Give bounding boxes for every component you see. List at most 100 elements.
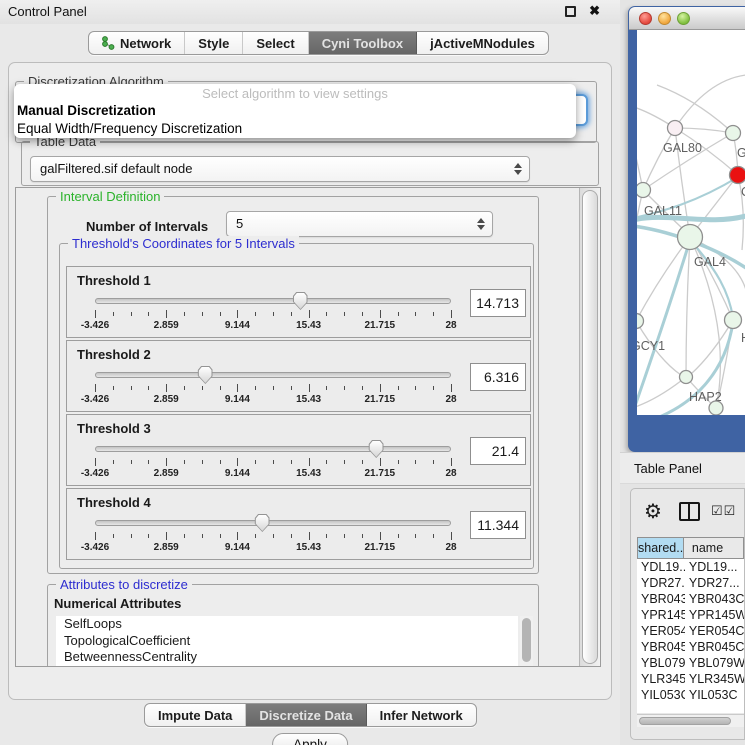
network-edge[interactable] — [675, 128, 733, 133]
threshold-slider[interactable]: -3.4262.8599.14415.4321.71528 — [95, 415, 451, 487]
slider-track[interactable] — [95, 298, 451, 304]
slider-thumb[interactable] — [293, 292, 308, 310]
table-row[interactable]: YBL079WYBL079W — [637, 655, 744, 671]
network-node-GAL11[interactable] — [637, 183, 651, 198]
tab-cyni-toolbox[interactable]: Cyni Toolbox — [309, 32, 417, 54]
tab-network[interactable]: Network — [89, 32, 185, 54]
algorithm-prompt-option[interactable]: Select algorithm to view settings — [14, 85, 576, 102]
table-data-combobox[interactable]: galFiltered.sif default node — [30, 156, 530, 182]
table-row[interactable]: YIL053CYIL053C — [637, 687, 744, 703]
slider-ticks — [95, 384, 451, 393]
algorithm-option[interactable]: Equal Width/Frequency Discretization — [14, 120, 576, 138]
threshold-box: Threshold 3 -3.4262.8599.14415.4321.7152… — [66, 414, 531, 486]
table-row[interactable]: YBR043CYBR043C — [637, 591, 744, 607]
algorithm-option[interactable]: Manual Discretization — [14, 102, 576, 120]
table-row[interactable]: YDR27...YDR27... — [637, 575, 744, 591]
tab-label: Cyni Toolbox — [322, 36, 403, 51]
network-node-GCY1[interactable] — [637, 314, 644, 329]
apply-button[interactable]: Apply — [272, 733, 348, 745]
table-row[interactable]: YER054CYER054C — [637, 623, 744, 639]
network-node-GA[interactable] — [726, 126, 741, 141]
network-node-H[interactable] — [725, 312, 742, 329]
algorithm-dropdown-popup: Select algorithm to view settings Manual… — [14, 84, 576, 138]
scrollbar-thumb[interactable] — [639, 717, 731, 725]
numerical-attributes-list: SelfLoopsTopologicalCoefficientBetweenne… — [56, 616, 518, 667]
cell-shared-name: YBR043C — [637, 591, 685, 607]
slider-track[interactable] — [95, 446, 451, 452]
table-row[interactable]: YLR345WYLR345W — [637, 671, 744, 687]
network-node-node-bottom[interactable] — [709, 401, 723, 415]
cell-name: YBR043C — [685, 591, 744, 607]
column-header-shared-name[interactable]: shared... — [637, 537, 684, 559]
network-edge[interactable] — [675, 75, 745, 128]
screen: Control Panel ✖ NetworkStyleSelectCyni T… — [0, 0, 745, 745]
slider-track[interactable] — [95, 372, 451, 378]
scrollbar-thumb[interactable] — [522, 618, 531, 662]
table-horizontal-scrollbar[interactable] — [637, 714, 744, 727]
threshold-value-field[interactable]: 11.344 — [470, 511, 526, 539]
threshold-value-field[interactable]: 14.713 — [470, 289, 526, 317]
column-header-name[interactable]: name — [683, 537, 744, 559]
cell-name: YDL19... — [685, 559, 744, 575]
attributes-list-scrollbar[interactable] — [520, 616, 533, 667]
thresholds-group: Threshold's Coordinates for 5 Intervals … — [59, 243, 534, 569]
network-node-GAL4[interactable] — [678, 225, 703, 250]
close-icon[interactable]: ✖ — [589, 3, 600, 19]
network-edge[interactable] — [643, 128, 675, 190]
threshold-slider[interactable]: -3.4262.8599.14415.4321.71528 — [95, 489, 451, 561]
slider-track[interactable] — [95, 520, 451, 526]
tab-select[interactable]: Select — [243, 32, 308, 54]
gear-icon[interactable]: ⚙ — [644, 501, 662, 523]
attribute-list-item[interactable]: TopologicalCoefficient — [56, 633, 518, 650]
cyni-toolbox-panel: Discretization Algorithm Table Data galF… — [8, 62, 612, 700]
zoom-traffic-light-icon[interactable] — [677, 12, 690, 25]
interval-definition-group-title: Interval Definition — [56, 189, 164, 204]
slider-tick-labels: -3.4262.8599.14415.4321.71528 — [95, 468, 451, 480]
numerical-attributes-label: Numerical Attributes — [54, 596, 181, 611]
tab-style[interactable]: Style — [185, 32, 243, 54]
network-node-red[interactable] — [730, 167, 745, 184]
cell-shared-name: YLR345W — [637, 671, 685, 687]
number-of-intervals-value: 5 — [236, 216, 243, 231]
slider-thumb[interactable] — [255, 514, 270, 532]
tab-jactivemnodules[interactable]: jActiveMNodules — [417, 32, 548, 54]
settings-vertical-scrollbar[interactable] — [579, 188, 600, 666]
checkboxes-icon[interactable]: ☑☑ — [711, 503, 736, 519]
tab-impute-data[interactable]: Impute Data — [145, 704, 246, 726]
tab-infer-network[interactable]: Infer Network — [367, 704, 476, 726]
scrollbar-thumb[interactable] — [582, 190, 598, 664]
threshold-value-field[interactable]: 6.316 — [470, 363, 526, 391]
table-row[interactable]: YDL19...YDL19... — [637, 559, 744, 575]
network-node-HAP2[interactable] — [680, 371, 693, 384]
minimize-traffic-light-icon[interactable] — [658, 12, 671, 25]
attribute-list-item[interactable]: SelfLoops — [56, 616, 518, 633]
interval-definition-group: Interval Definition Number of Intervals … — [47, 196, 539, 574]
network-edge[interactable] — [637, 130, 643, 190]
slider-thumb[interactable] — [198, 366, 213, 384]
network-window-titlebar[interactable] — [629, 7, 745, 30]
table-row[interactable]: YBR045CYBR045C — [637, 639, 744, 655]
number-of-intervals-combobox[interactable]: 5 — [226, 211, 493, 237]
threshold-value-field[interactable]: 21.4 — [470, 437, 526, 465]
network-node-GAL80[interactable] — [668, 121, 683, 136]
threshold-slider[interactable]: -3.4262.8599.14415.4321.71528 — [95, 341, 451, 413]
threshold-slider[interactable]: -3.4262.8599.14415.4321.71528 — [95, 267, 451, 339]
tab-label: jActiveMNodules — [430, 36, 535, 51]
network-canvas-svg: GAL80GACGAL11GAL4GCY1HHAP2 — [637, 30, 745, 415]
thresholds-group-title: Threshold's Coordinates for 5 Intervals — [68, 236, 299, 251]
tab-discretize-data[interactable]: Discretize Data — [246, 704, 366, 726]
network-canvas[interactable]: GAL80GACGAL11GAL4GCY1HHAP2 — [637, 30, 745, 415]
table-row[interactable]: YPR145WYPR145W — [637, 607, 744, 623]
network-edge[interactable] — [686, 237, 690, 377]
table-data-combobox-value: galFiltered.sif default node — [40, 161, 192, 176]
network-edge[interactable] — [637, 240, 690, 412]
network-edge[interactable] — [693, 175, 738, 233]
close-traffic-light-icon[interactable] — [639, 12, 652, 25]
float-window-icon[interactable] — [565, 6, 576, 17]
cell-name: YPR145W — [685, 607, 744, 623]
combobox-arrows-icon — [477, 218, 485, 230]
slider-thumb[interactable] — [369, 440, 384, 458]
network-edge[interactable] — [637, 237, 690, 321]
columns-icon[interactable] — [679, 502, 700, 521]
attribute-list-item[interactable]: BetweennessCentrality — [56, 649, 518, 666]
